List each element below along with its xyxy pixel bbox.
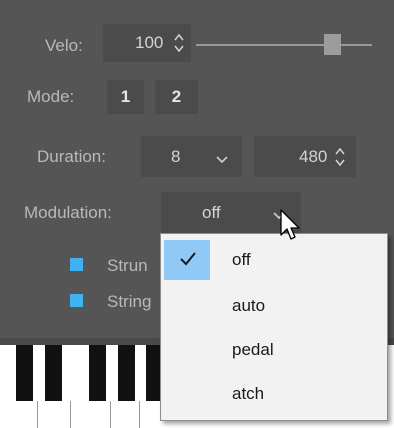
velo-label: Velo:: [45, 36, 83, 55]
dropdown-item-label: pedal: [232, 340, 274, 359]
dropdown-item-label: off: [232, 250, 251, 269]
velo-slider-thumb[interactable]: [324, 34, 341, 55]
dropdown-item-off[interactable]: off: [164, 240, 384, 280]
white-key-divider: [139, 401, 140, 428]
modulation-dropdown-menu: off auto pedal atch: [160, 233, 388, 421]
velo-value: 100: [135, 33, 164, 52]
piano-black-key[interactable]: [45, 345, 62, 401]
duration-label: Duration:: [37, 147, 106, 166]
white-key-divider: [70, 401, 71, 428]
checkmark-icon: [179, 251, 197, 272]
mode-label: Mode:: [27, 87, 75, 106]
modulation-label: Modulation:: [24, 203, 112, 222]
duration-value2-spinbox[interactable]: 480: [254, 136, 356, 177]
dropdown-item-auto[interactable]: auto: [164, 286, 384, 326]
piano-black-key[interactable]: [16, 345, 33, 401]
mode-button-1[interactable]: 1: [107, 80, 144, 114]
spin-up-down-icon[interactable]: [334, 145, 346, 169]
chevron-down-icon[interactable]: [215, 150, 229, 170]
duration-select[interactable]: 8: [141, 136, 242, 177]
velo-spinbox[interactable]: 100: [103, 24, 191, 62]
mode-button-2[interactable]: 2: [155, 80, 198, 114]
duration-value2: 480: [299, 147, 328, 166]
string-checkbox[interactable]: [70, 294, 83, 307]
white-key-divider: [110, 401, 111, 428]
strum-label: Strun: [107, 256, 148, 275]
velo-slider-track[interactable]: [196, 44, 372, 46]
dropdown-item-pedal[interactable]: pedal: [164, 330, 384, 370]
mouse-pointer-icon: [279, 209, 301, 248]
dropdown-item-label: atch: [232, 384, 265, 403]
string-label: String: [107, 292, 152, 311]
white-key-divider: [37, 401, 38, 428]
dropdown-item-atch[interactable]: atch: [164, 374, 384, 414]
piano-black-key[interactable]: [89, 345, 106, 401]
strum-checkbox[interactable]: [70, 258, 83, 271]
piano-black-key[interactable]: [118, 345, 135, 401]
modulation-value: off: [202, 203, 221, 222]
duration-value: 8: [171, 147, 181, 166]
spin-up-down-icon[interactable]: [173, 31, 185, 55]
dropdown-item-label: auto: [232, 296, 266, 315]
